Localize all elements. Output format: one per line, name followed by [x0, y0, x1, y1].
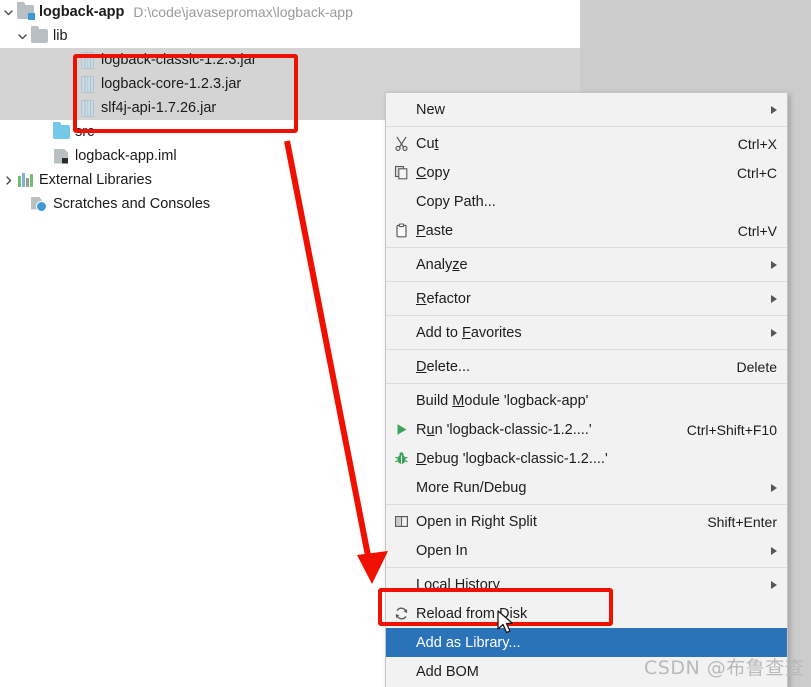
screenshot-root: logback-app D:\code\javasepromax\logback-… — [0, 0, 811, 687]
menu-item-label: Add to Favorites — [416, 324, 522, 341]
run-icon — [386, 422, 416, 437]
menu-separator — [386, 281, 787, 282]
scratches-icon — [30, 195, 48, 213]
menu-item-cut[interactable]: Cut Ctrl+X — [386, 129, 787, 158]
menu-item-label: Delete... — [416, 358, 471, 375]
menu-item-label: Open in Right Split — [416, 513, 537, 530]
menu-separator — [386, 315, 787, 316]
menu-item-label: Refactor — [416, 290, 471, 307]
module-folder-icon — [16, 2, 35, 21]
menu-item-label: Copy — [416, 164, 450, 181]
menu-item-label: Cut — [416, 135, 439, 152]
menu-item-copy-path[interactable]: Copy Path... — [386, 187, 787, 216]
menu-item-label: Analyze — [416, 256, 468, 273]
watermark: CSDN @布鲁查查 — [644, 657, 805, 679]
menu-item-more-run-debug[interactable]: More Run/Debug — [386, 473, 787, 502]
submenu-arrow-icon — [771, 260, 777, 269]
tree-item-label: lib — [53, 27, 68, 44]
menu-separator — [386, 567, 787, 568]
submenu-arrow-icon — [771, 546, 777, 555]
chevron-placeholder — [62, 76, 78, 92]
menu-item-label: Local History — [416, 576, 500, 593]
chevron-placeholder — [14, 196, 30, 212]
chevron-right-icon[interactable] — [0, 172, 16, 188]
paste-icon — [386, 223, 416, 238]
debug-icon — [386, 451, 416, 466]
tree-item-label: logback-app — [39, 3, 125, 20]
menu-item-shortcut: Ctrl+C — [736, 164, 777, 181]
chevron-placeholder — [36, 124, 52, 140]
chevron-down-icon[interactable] — [14, 28, 30, 44]
tree-item-label: slf4j-api-1.7.26.jar — [101, 99, 217, 116]
menu-item-open-in-right-split[interactable]: Open in Right Split Shift+Enter — [386, 507, 787, 536]
menu-item-add-to-favorites[interactable]: Add to Favorites — [386, 318, 787, 347]
tree-item-label: logback-app.iml — [75, 147, 177, 164]
copy-icon — [386, 165, 416, 180]
menu-item-run[interactable]: Run 'logback-classic-1.2....' Ctrl+Shift+… — [386, 415, 787, 444]
folder-icon — [30, 26, 48, 45]
menu-item-shortcut: Shift+Enter — [707, 513, 777, 530]
menu-item-build-module[interactable]: Build Module 'logback-app' — [386, 386, 787, 415]
tree-item-logback-classic-jar[interactable]: logback-classic-1.2.3.jar — [0, 48, 580, 72]
menu-item-shortcut: Ctrl+Shift+F10 — [686, 421, 777, 438]
tree-item-label: logback-classic-1.2.3.jar — [101, 51, 257, 68]
menu-item-label: New — [416, 101, 446, 118]
menu-item-analyze[interactable]: Analyze — [386, 250, 787, 279]
menu-item-label: Reload from Disk — [416, 605, 528, 622]
menu-item-label: Open In — [416, 542, 468, 559]
menu-separator — [386, 349, 787, 350]
submenu-arrow-icon — [771, 328, 777, 337]
reload-icon — [386, 606, 416, 621]
context-menu[interactable]: New Cut Ctrl+X Copy Ctrl+C Copy Path... Paste C… — [385, 92, 788, 687]
menu-item-label: Paste — [416, 222, 454, 239]
menu-separator — [386, 247, 787, 248]
jar-icon — [78, 75, 96, 93]
tree-item-logback-app[interactable]: logback-app D:\code\javasepromax\logback-… — [0, 0, 580, 24]
menu-item-label: Add as Library... — [416, 634, 521, 651]
tree-item-lib[interactable]: lib — [0, 24, 580, 48]
menu-item-copy[interactable]: Copy Ctrl+C — [386, 158, 787, 187]
tree-item-label: External Libraries — [39, 171, 152, 188]
menu-item-label: Run 'logback-classic-1.2....' — [416, 421, 592, 438]
menu-separator — [386, 504, 787, 505]
cut-icon — [386, 136, 416, 151]
submenu-arrow-icon — [771, 294, 777, 303]
menu-item-reload-from-disk[interactable]: Reload from Disk — [386, 599, 787, 628]
menu-item-new[interactable]: New — [386, 95, 787, 124]
tree-item-label: Scratches and Consoles — [53, 195, 211, 212]
menu-separator — [386, 383, 787, 384]
mouse-cursor — [497, 610, 514, 634]
tree-item-label: logback-core-1.2.3.jar — [101, 75, 242, 92]
menu-separator — [386, 126, 787, 127]
menu-item-label: Build Module 'logback-app' — [416, 392, 589, 409]
tree-item-label: src — [75, 123, 95, 140]
menu-item-open-in[interactable]: Open In — [386, 536, 787, 565]
source-folder-icon — [52, 122, 70, 141]
chevron-down-icon[interactable] — [0, 4, 16, 20]
menu-item-delete[interactable]: Delete... Delete — [386, 352, 787, 381]
menu-item-refactor[interactable]: Refactor — [386, 284, 787, 313]
menu-item-label: Copy Path... — [416, 193, 496, 210]
chevron-placeholder — [62, 52, 78, 68]
chevron-placeholder — [62, 100, 78, 116]
menu-item-shortcut: Delete — [736, 358, 777, 375]
menu-item-local-history[interactable]: Local History — [386, 570, 787, 599]
menu-item-debug[interactable]: Debug 'logback-classic-1.2....' — [386, 444, 787, 473]
menu-item-shortcut: Ctrl+V — [737, 222, 777, 239]
project-path-label: D:\code\javasepromax\logback-app — [133, 4, 353, 20]
menu-item-label: More Run/Debug — [416, 479, 527, 496]
external-libraries-icon — [16, 171, 34, 189]
submenu-arrow-icon — [771, 105, 777, 114]
jar-icon — [78, 99, 96, 117]
menu-item-paste[interactable]: Paste Ctrl+V — [386, 216, 787, 245]
iml-file-icon — [52, 147, 70, 165]
submenu-arrow-icon — [771, 483, 777, 492]
menu-item-shortcut: Ctrl+X — [737, 135, 777, 152]
split-icon — [386, 514, 416, 529]
menu-item-label: Debug 'logback-classic-1.2....' — [416, 450, 608, 467]
chevron-placeholder — [36, 148, 52, 164]
jar-icon — [78, 51, 96, 69]
submenu-arrow-icon — [771, 580, 777, 589]
